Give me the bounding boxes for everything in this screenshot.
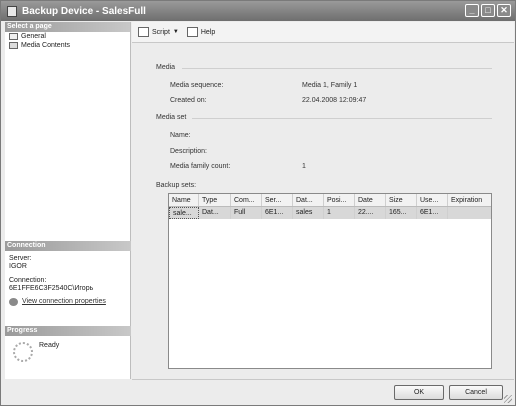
table-cell: 165... [386,207,417,219]
divider [192,118,492,119]
left-pane: Select a page General Media Contents Con… [5,22,131,379]
progress-header: Progress [5,326,131,336]
table-cell [448,207,491,219]
chevron-down-icon[interactable]: ▼ [173,29,179,35]
progress-section: Progress Ready [5,326,131,368]
column-header[interactable]: Size [386,194,417,206]
table-cell: 6E1... [417,207,448,219]
page-icon [9,42,18,49]
progress-spinner-icon [13,342,33,362]
media-contents-panel: Media Media sequence: Media 1, Family 1 … [132,43,514,379]
help-label: Help [200,28,216,36]
column-header[interactable]: Posi... [324,194,355,206]
resize-grip-icon[interactable] [504,395,512,403]
script-button[interactable]: Script ▼ [138,27,179,37]
description-label: Description: [170,148,207,155]
column-header[interactable]: Dat... [293,194,324,206]
window-title: Backup Device - SalesFull [22,5,146,17]
script-icon [138,27,149,37]
column-header[interactable]: Ser... [262,194,293,206]
view-connection-properties-link[interactable]: View connection properties [22,298,106,306]
grid-header: Name Type Com... Ser... Dat... Posi... D… [169,194,491,207]
help-icon [186,27,198,37]
connection-header: Connection [5,241,131,251]
table-cell: Dat... [199,207,231,219]
progress-status: Ready [39,342,60,349]
media-sequence-value: Media 1, Family 1 [302,82,358,89]
page-item-label: Media Contents [21,42,71,49]
backup-device-window: Backup Device - SalesFull _ □ ✕ Select a… [0,0,516,406]
backup-sets-label: Backup sets: [156,182,197,189]
view-connection-properties[interactable]: View connection properties [9,298,127,306]
connection-section: Connection Server: IGOR Connection: 6E1F… [5,241,131,310]
table-row[interactable]: sale... Dat... Full 6E1... sales 1 22...… [169,207,491,219]
table-cell: sale... [169,207,199,219]
column-header[interactable]: Expiration [448,194,491,206]
media-family-count-label: Media family count: [170,163,231,170]
select-page-header: Select a page [5,22,130,32]
media-set-section-title: Media set [156,114,187,121]
dialog-button-bar: OK Cancel [132,379,514,405]
column-header[interactable]: Date [355,194,386,206]
window-icon [7,5,17,17]
server-value: IGOR [9,263,27,270]
table-cell: 22.... [355,207,386,219]
page-icon [9,33,18,40]
table-cell: Full [231,207,262,219]
column-header[interactable]: Name [169,194,199,206]
page-item-label: General [21,33,46,40]
media-section-title: Media [156,64,176,71]
server-label: Server: [9,255,32,262]
connection-label: Connection: [9,277,47,284]
backup-sets-grid[interactable]: Name Type Com... Ser... Dat... Posi... D… [168,193,492,369]
maximize-button[interactable]: □ [481,4,495,17]
created-on-label: Created on: [170,97,207,104]
connection-value: 6E1FFE6C3F2540C\Игорь [9,285,94,292]
properties-icon [9,298,18,306]
media-sequence-label: Media sequence: [170,82,224,89]
ok-button[interactable]: OK [394,385,444,400]
title-bar[interactable]: Backup Device - SalesFull _ □ ✕ [1,1,515,21]
created-on-value: 22.04.2008 12:09:47 [302,97,367,104]
cancel-button[interactable]: Cancel [449,385,503,400]
table-cell: 6E1... [262,207,293,219]
close-button[interactable]: ✕ [497,4,511,17]
table-cell: sales [293,207,324,219]
page-item-media-contents[interactable]: Media Contents [5,41,130,50]
column-header[interactable]: Com... [231,194,262,206]
help-button[interactable]: Help [186,27,216,37]
column-header[interactable]: Use... [417,194,448,206]
media-family-count-value: 1 [302,163,306,170]
column-header[interactable]: Type [199,194,231,206]
divider [182,68,492,69]
window-controls: _ □ ✕ [465,4,511,17]
name-label: Name: [170,132,191,139]
script-label: Script [152,28,170,36]
toolbar: Script ▼ Help [132,22,514,43]
page-item-general[interactable]: General [5,32,130,41]
table-cell: 1 [324,207,355,219]
minimize-button[interactable]: _ [465,4,479,17]
